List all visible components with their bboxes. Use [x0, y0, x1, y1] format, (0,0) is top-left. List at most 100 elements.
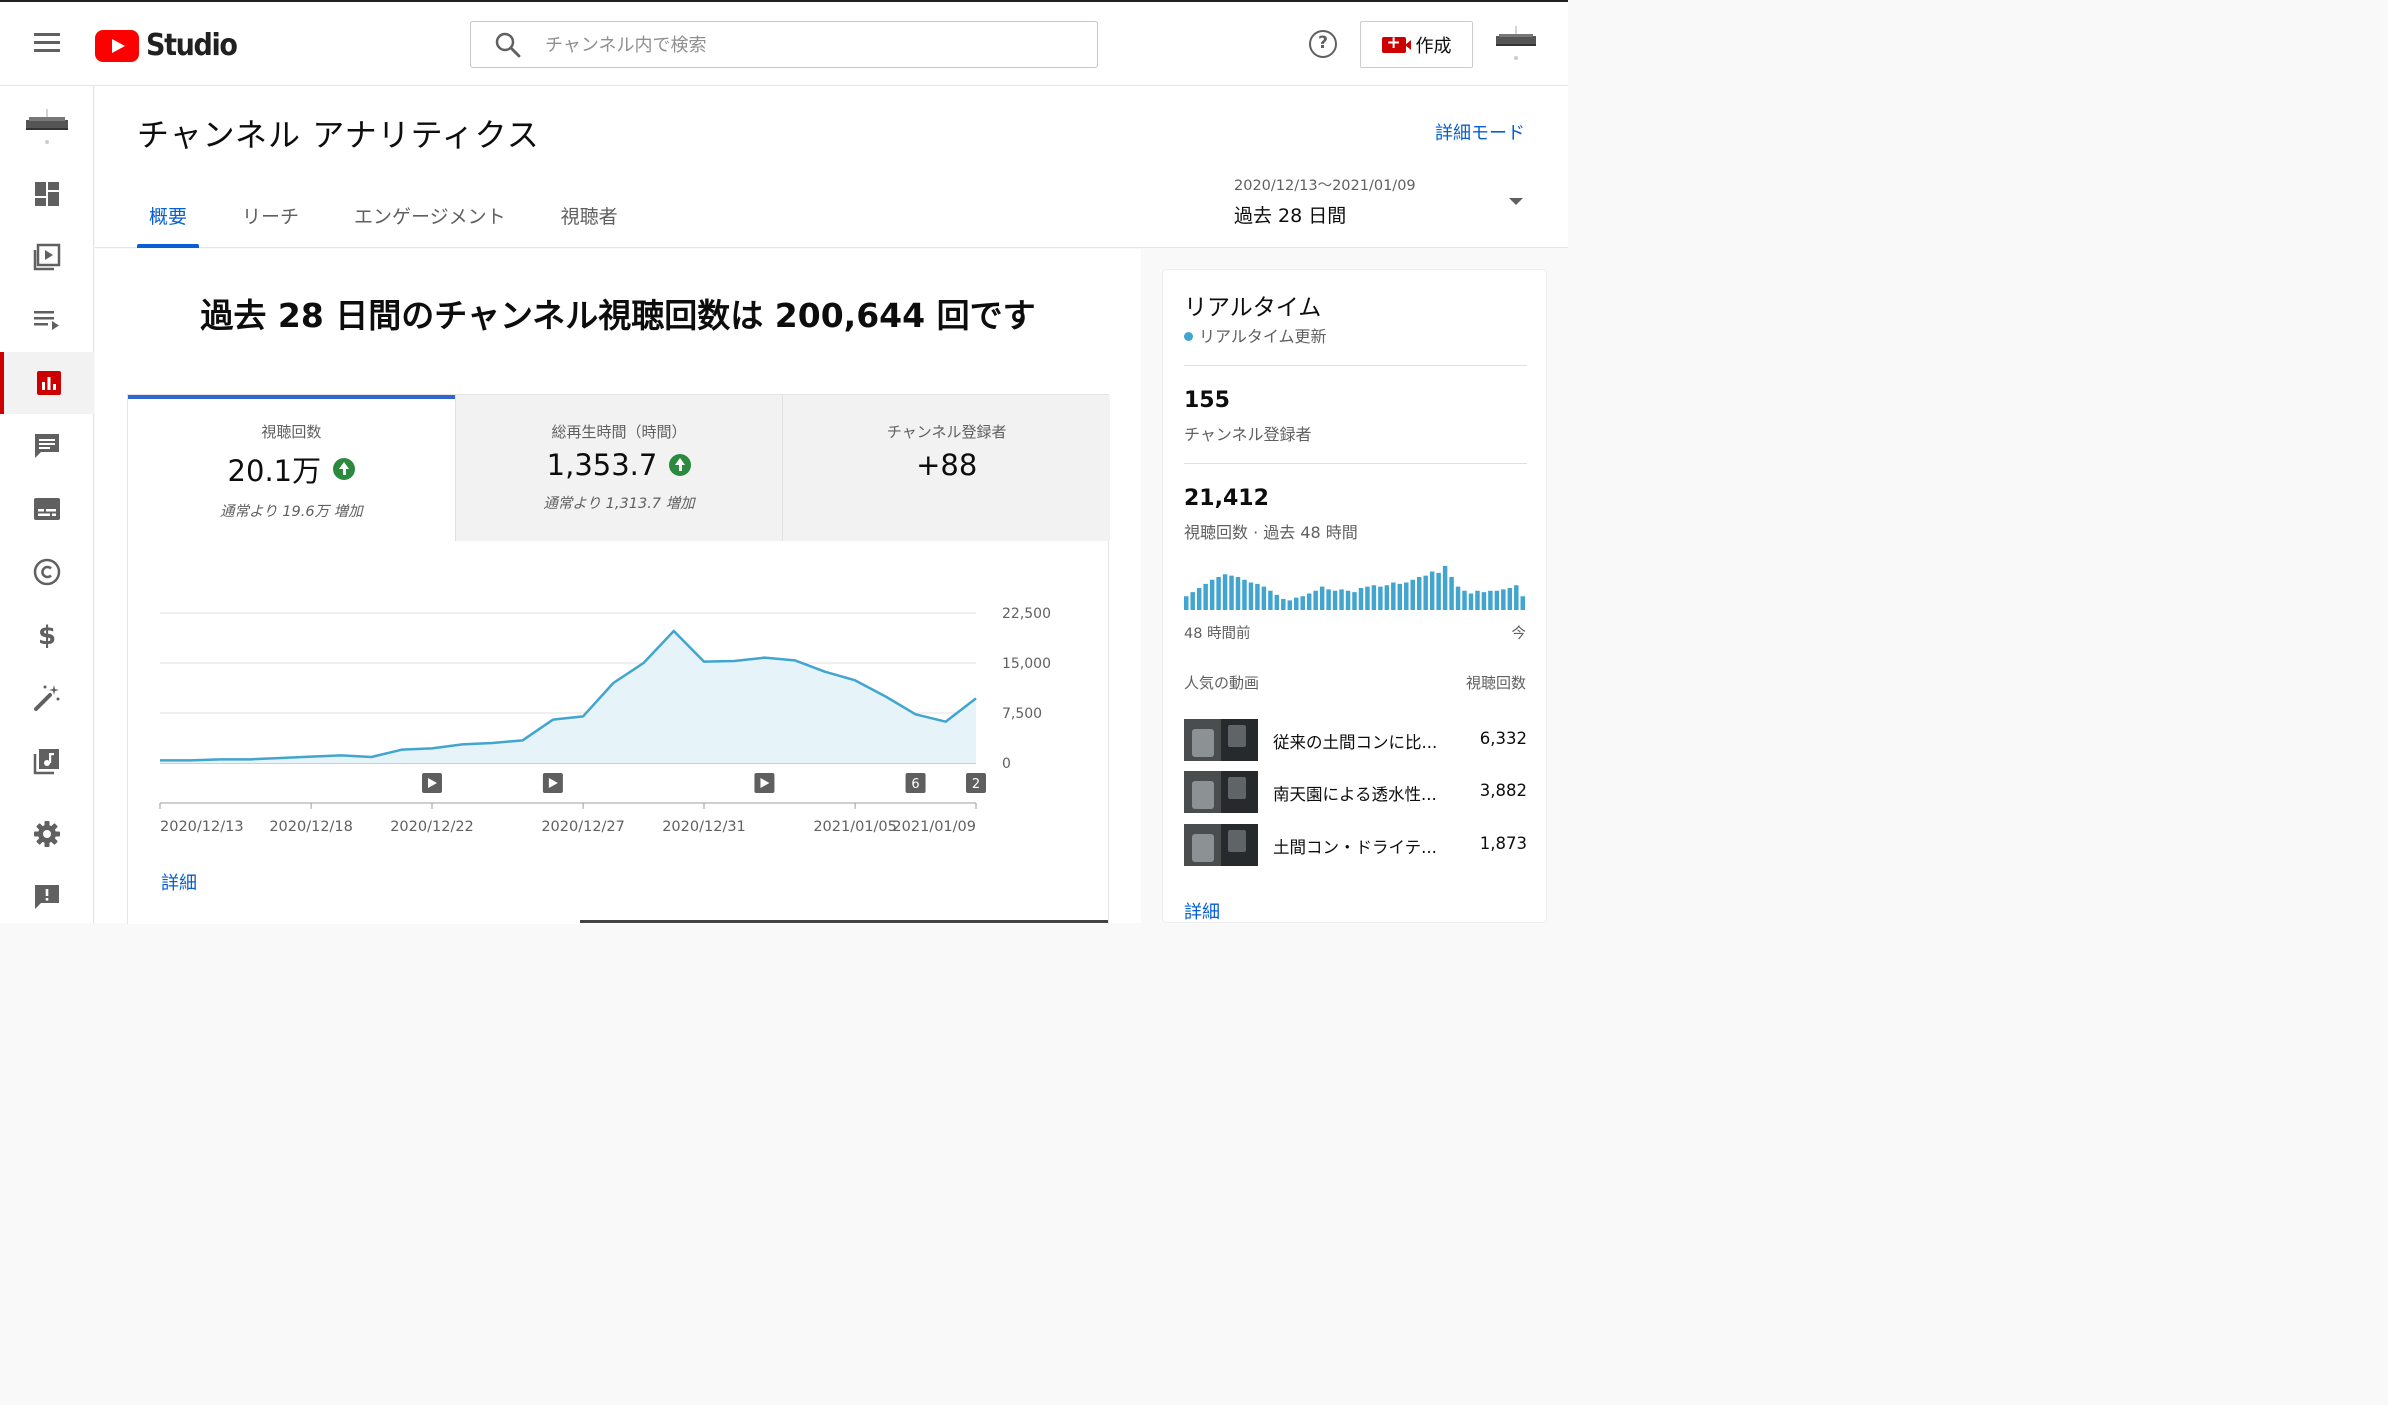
divider	[1184, 463, 1527, 464]
realtime-bar	[1306, 593, 1312, 610]
x-tick-label: 2020/12/13	[160, 819, 244, 835]
feedback-icon	[35, 885, 59, 909]
realtime-bar	[1209, 579, 1215, 610]
views-chart: 0 7,500 15,000 22,500 6 2 2020/12/13 2020/12/18…	[159, 606, 1051, 835]
list-item[interactable]: 南天園による透水性... 3,882	[1184, 771, 1527, 815]
y-tick-label: 0	[1002, 756, 1011, 772]
axis-end-label: 今	[1511, 626, 1527, 642]
dropdown-caret-icon[interactable]	[1509, 198, 1523, 205]
realtime-bar	[1501, 589, 1506, 610]
realtime-bar	[1358, 588, 1364, 610]
svg-text:$: $	[38, 621, 56, 649]
help-icon[interactable]: ?	[1309, 30, 1337, 58]
x-tick-label: 2020/12/22	[390, 819, 474, 835]
list-item[interactable]: 土間コン・ドライテ... 1,873	[1184, 824, 1527, 868]
realtime-bar	[1429, 571, 1435, 610]
realtime-view-count: 21,412	[1184, 486, 1269, 511]
video-title: 土間コン・ドライテ...	[1273, 838, 1437, 857]
search-icon	[495, 32, 521, 58]
video-views: 3,882	[1479, 781, 1527, 800]
realtime-bar	[1184, 596, 1189, 610]
realtime-bar	[1475, 590, 1480, 610]
subtitles-icon	[34, 498, 60, 520]
sidebar-item-settings[interactable]	[0, 803, 94, 865]
realtime-bar	[1313, 590, 1318, 610]
metric-value: 1,353.7	[546, 448, 658, 482]
realtime-bar	[1462, 590, 1467, 610]
realtime-bar	[1235, 577, 1241, 610]
sidebar-item-audio-library[interactable]	[0, 730, 94, 792]
axis-start-label: 48 時間前	[1184, 626, 1251, 642]
search-box[interactable]	[470, 21, 1098, 68]
realtime-bar	[1410, 579, 1415, 610]
realtime-bar	[1255, 583, 1260, 610]
metric-label: 総再生時間（時間）	[551, 423, 687, 441]
realtime-bar	[1294, 597, 1299, 610]
realtime-bar	[1397, 583, 1403, 610]
sidebar-item-playlists[interactable]	[0, 289, 94, 351]
advanced-mode-link[interactable]: 詳細モード	[1435, 119, 1525, 145]
marker-count: 6	[911, 777, 919, 792]
top-videos-heading: 人気の動画	[1184, 674, 1260, 692]
sidebar-item-subtitles[interactable]	[0, 478, 94, 540]
realtime-bar	[1378, 586, 1383, 610]
realtime-bar	[1326, 589, 1331, 610]
realtime-bar	[1384, 585, 1390, 610]
video-views: 1,873	[1479, 834, 1527, 853]
sidebar-item-monetization[interactable]: $	[0, 604, 94, 666]
sidebar-item-comments[interactable]	[0, 415, 94, 477]
divider	[1184, 365, 1527, 366]
metric-watch-time[interactable]: 総再生時間（時間） 1,353.7 通常より 1,313.7 増加	[454, 395, 783, 541]
metric-label: チャンネル登録者	[886, 423, 1007, 441]
tab-engagement[interactable]: エンゲージメント	[342, 192, 518, 248]
video-thumbnail	[1184, 719, 1258, 761]
studio-logo[interactable]: Studio	[95, 28, 247, 63]
gear-icon	[34, 821, 60, 847]
realtime-bar	[1261, 586, 1267, 610]
logo-text: Studio	[146, 28, 238, 63]
x-tick-label: 2020/12/31	[662, 819, 746, 835]
create-button[interactable]: 作成	[1360, 21, 1473, 68]
metric-subscribers[interactable]: チャンネル登録者 +88	[782, 395, 1111, 541]
channel-avatar[interactable]	[24, 106, 70, 152]
realtime-card: リアルタイム リアルタイム更新 155 チャンネル登録者 21,412 視聴回数…	[1162, 269, 1547, 923]
search-input[interactable]	[545, 30, 1065, 60]
content-icon	[33, 243, 61, 271]
metrics-card: 視聴回数 20.1万 通常より 19.6万 増加 総再生時間（時間） 1,353…	[127, 394, 1111, 924]
realtime-bar	[1345, 590, 1351, 610]
page-title: チャンネル アナリティクス	[137, 116, 540, 154]
tab-audience[interactable]: 視聴者	[549, 192, 630, 248]
chart-detail-link[interactable]: 詳細	[161, 869, 197, 895]
sidebar-item-feedback[interactable]	[0, 866, 94, 928]
sidebar-item-customization[interactable]	[0, 667, 94, 729]
metric-value-row: 20.1万	[128, 448, 455, 490]
analytics-icon	[37, 371, 61, 395]
metric-comparison: 通常より 19.6万 増加	[219, 504, 363, 520]
realtime-bar	[1442, 566, 1448, 610]
list-item[interactable]: 従来の土間コンに比... 6,332	[1184, 719, 1527, 763]
realtime-bar	[1196, 588, 1202, 610]
video-title: 南天園による透水性...	[1273, 785, 1437, 804]
sidebar-item-content[interactable]	[0, 226, 94, 288]
realtime-bar	[1507, 588, 1513, 610]
overview-panel: 過去 28 日間のチャンネル視聴回数は 200,644 回です 視聴回数 20.…	[95, 249, 1141, 924]
tab-reach[interactable]: リーチ	[230, 192, 311, 248]
menu-icon[interactable]	[34, 33, 60, 53]
realtime-bar	[1319, 586, 1325, 610]
y-tick-label: 15,000	[1002, 656, 1051, 672]
arrow-up-icon	[333, 458, 356, 480]
arrow-up-icon	[669, 454, 692, 476]
realtime-bar	[1242, 579, 1247, 610]
sidebar-item-analytics[interactable]	[0, 352, 94, 414]
y-tick-label: 22,500	[1002, 606, 1051, 622]
tab-overview[interactable]: 概要	[137, 192, 200, 248]
realtime-bar	[1371, 585, 1377, 610]
account-avatar[interactable]	[1494, 24, 1538, 68]
sidebar-item-dashboard[interactable]	[0, 163, 94, 225]
realtime-detail-link[interactable]: 詳細	[1184, 898, 1220, 924]
metric-views[interactable]: 視聴回数 20.1万 通常より 19.6万 増加	[128, 395, 455, 541]
sidebar-item-copyright[interactable]	[0, 541, 94, 603]
realtime-bar	[1404, 582, 1409, 610]
date-range-selector[interactable]: 2020/12/13〜2021/01/09 過去 28 日間	[1234, 174, 1534, 228]
y-tick-label: 7,500	[1002, 706, 1042, 722]
